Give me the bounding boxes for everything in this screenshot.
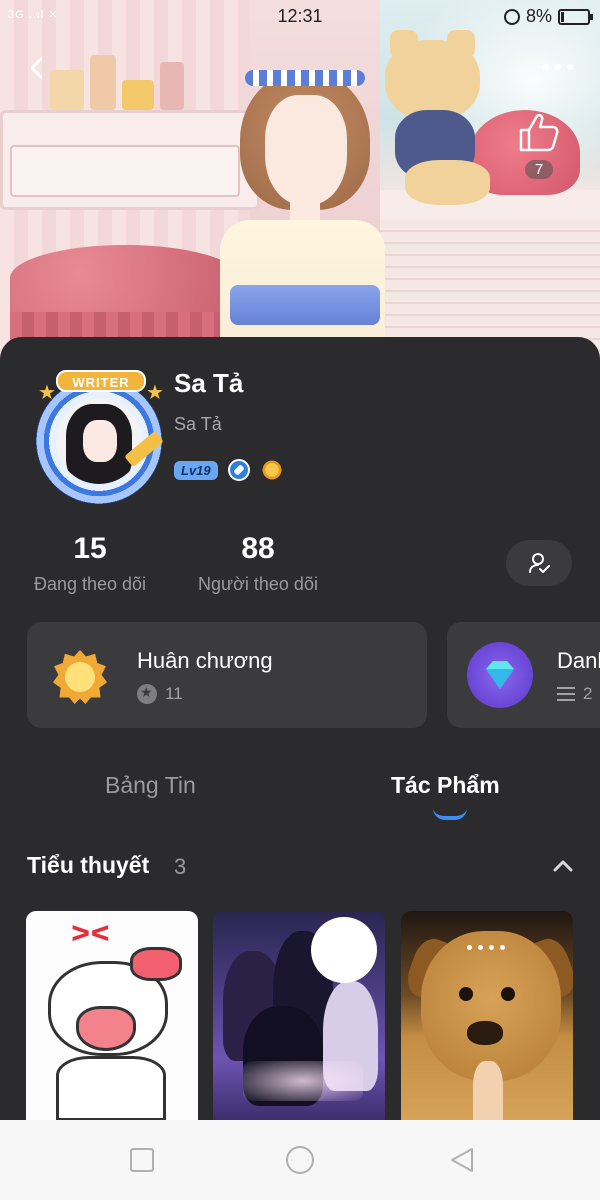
more-icon xyxy=(543,64,549,70)
writer-badge: WRITER xyxy=(56,370,146,392)
back-icon xyxy=(30,57,43,79)
profile-badges: Lv19 xyxy=(174,458,284,482)
profile-name: Sa Tả xyxy=(174,368,244,398)
avatar[interactable]: ★ ★ WRITER xyxy=(28,370,168,504)
nav-recent-button[interactable] xyxy=(126,1144,158,1176)
battery-percent: 8% xyxy=(525,6,552,26)
follow-button[interactable] xyxy=(506,540,572,586)
medals-card[interactable]: Huân chương 11 xyxy=(27,622,427,728)
thumbs-up-icon xyxy=(519,113,559,152)
status-right: 8% xyxy=(503,6,593,27)
collapse-button[interactable] xyxy=(550,854,576,876)
titles-count: 2 xyxy=(583,684,593,703)
novel-cover[interactable] xyxy=(213,911,385,1121)
novel-cover[interactable] xyxy=(401,911,573,1121)
profile-handle: Sa Tả xyxy=(174,414,222,434)
system-nav-bar xyxy=(0,1120,600,1200)
star-icon: ★ xyxy=(38,382,56,404)
alarm-icon xyxy=(503,8,520,25)
sun-badge-icon[interactable] xyxy=(259,458,284,482)
status-bar: 3G ..ıl ✕ 12:31 8% xyxy=(0,0,600,34)
chevron-up-icon xyxy=(553,860,573,872)
following-stat[interactable]: 15 Đang theo dõi xyxy=(26,532,154,595)
more-button[interactable] xyxy=(536,55,580,79)
tab-works[interactable]: Tác Phẩm xyxy=(391,772,500,799)
section-count: 3 xyxy=(174,854,187,879)
tab-news-feed[interactable]: Bảng Tin xyxy=(105,772,196,799)
level-badge[interactable]: Lv19 xyxy=(174,460,218,480)
nav-home-button[interactable] xyxy=(284,1144,316,1176)
following-count: 15 xyxy=(73,532,107,565)
star-icon: ★ xyxy=(146,382,164,404)
novel-cover[interactable]: ᐳᐸ xyxy=(26,911,198,1121)
nav-back-button[interactable] xyxy=(446,1144,478,1176)
medals-count: 11 xyxy=(165,684,183,703)
followers-stat[interactable]: 88 Người theo dõi xyxy=(190,532,326,595)
follow-user-icon xyxy=(529,553,550,573)
titles-title: Danh xyxy=(557,648,600,673)
diamond-icon xyxy=(467,642,533,708)
list-icon xyxy=(557,687,575,701)
followers-count: 88 xyxy=(241,532,275,565)
titles-card[interactable]: Danh 2 xyxy=(447,622,600,728)
cover-character xyxy=(220,70,400,370)
back-button[interactable] xyxy=(20,50,56,86)
battery-icon xyxy=(558,8,593,25)
medals-count-row: 11 xyxy=(137,684,183,704)
avatar-portrait xyxy=(56,398,142,484)
like-button[interactable]: 7 xyxy=(514,110,564,185)
gem-badge-icon[interactable] xyxy=(227,459,250,481)
profile-cover-image xyxy=(0,0,600,370)
titles-count-row: 2 xyxy=(557,684,592,704)
followers-label: Người theo dõi xyxy=(198,574,318,594)
cover-shelf-items xyxy=(50,40,200,110)
medal-icon xyxy=(53,650,107,704)
section-title: Tiểu thuyết xyxy=(27,852,150,878)
nav-back-icon xyxy=(451,1148,473,1172)
nav-recent-icon xyxy=(130,1148,154,1172)
following-label: Đang theo dõi xyxy=(33,574,147,594)
star-icon xyxy=(137,684,157,704)
nav-home-icon xyxy=(286,1146,314,1174)
cover-drawer xyxy=(10,145,240,197)
like-count: 7 xyxy=(524,160,554,179)
medals-title: Huân chương xyxy=(137,648,273,673)
cover-stool xyxy=(10,245,240,352)
